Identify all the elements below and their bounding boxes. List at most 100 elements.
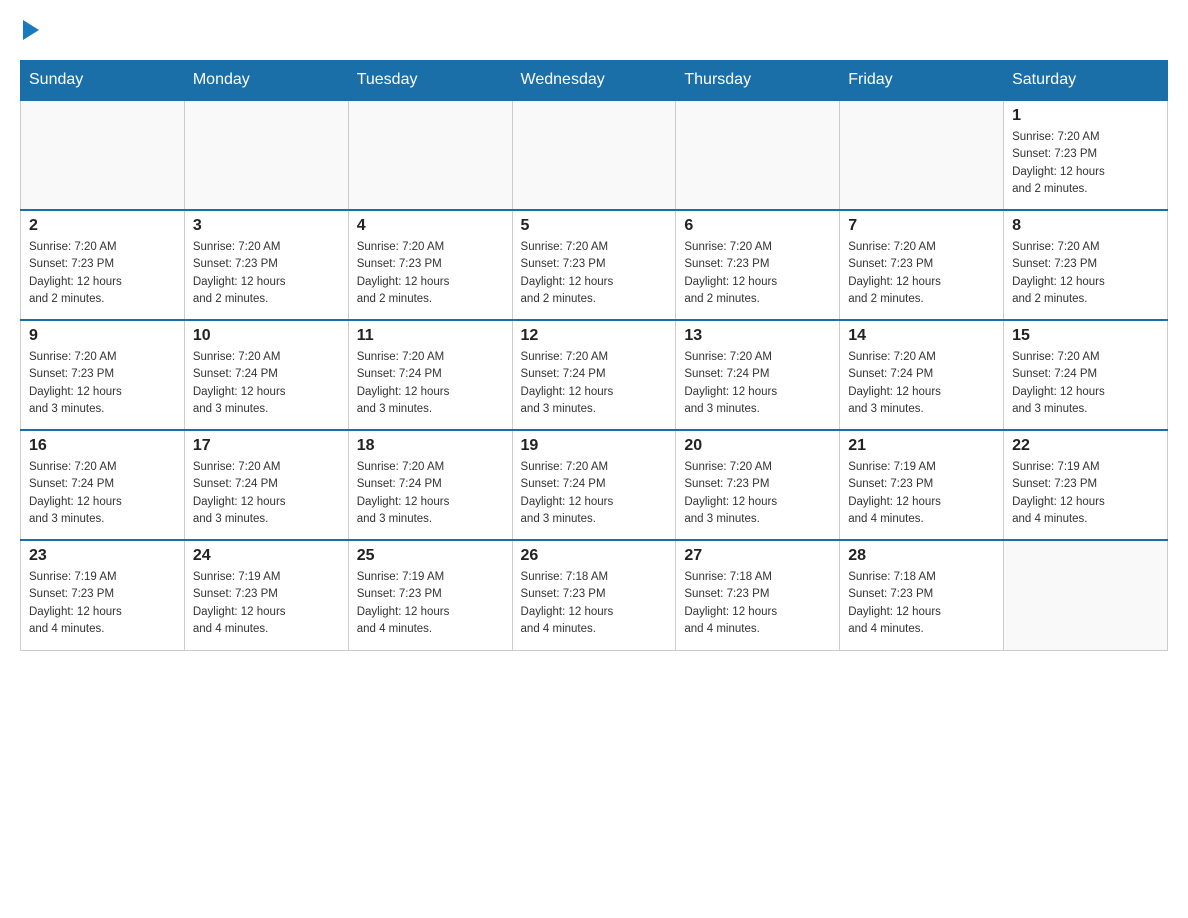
day-info: Sunrise: 7:20 AM Sunset: 7:24 PM Dayligh… — [193, 349, 340, 418]
day-number: 20 — [684, 437, 831, 455]
day-number: 14 — [848, 327, 995, 345]
day-info: Sunrise: 7:19 AM Sunset: 7:23 PM Dayligh… — [193, 569, 340, 638]
calendar-cell: 22 Sunrise: 7:19 AM Sunset: 7:23 PM Dayli… — [1004, 430, 1168, 540]
day-number: 19 — [521, 437, 668, 455]
calendar-week-row: 9 Sunrise: 7:20 AM Sunset: 7:23 PM Daylig… — [21, 320, 1168, 430]
calendar-week-row: 16 Sunrise: 7:20 AM Sunset: 7:24 PM Dayli… — [21, 430, 1168, 540]
day-number: 4 — [357, 217, 504, 235]
calendar-cell: 19 Sunrise: 7:20 AM Sunset: 7:24 PM Dayli… — [512, 430, 676, 540]
day-info: Sunrise: 7:20 AM Sunset: 7:24 PM Dayligh… — [193, 459, 340, 528]
day-number: 22 — [1012, 437, 1159, 455]
calendar-cell: 4 Sunrise: 7:20 AM Sunset: 7:23 PM Daylig… — [348, 210, 512, 320]
calendar-week-row: 23 Sunrise: 7:19 AM Sunset: 7:23 PM Dayli… — [21, 540, 1168, 650]
calendar-cell: 17 Sunrise: 7:20 AM Sunset: 7:24 PM Dayli… — [184, 430, 348, 540]
day-number: 25 — [357, 547, 504, 565]
day-number: 9 — [29, 327, 176, 345]
calendar-cell: 11 Sunrise: 7:20 AM Sunset: 7:24 PM Dayli… — [348, 320, 512, 430]
day-info: Sunrise: 7:20 AM Sunset: 7:24 PM Dayligh… — [684, 349, 831, 418]
calendar-cell: 2 Sunrise: 7:20 AM Sunset: 7:23 PM Daylig… — [21, 210, 185, 320]
day-info: Sunrise: 7:20 AM Sunset: 7:23 PM Dayligh… — [193, 239, 340, 308]
calendar-cell — [184, 100, 348, 210]
day-number: 16 — [29, 437, 176, 455]
day-info: Sunrise: 7:20 AM Sunset: 7:23 PM Dayligh… — [29, 349, 176, 418]
day-info: Sunrise: 7:20 AM Sunset: 7:23 PM Dayligh… — [848, 239, 995, 308]
day-number: 2 — [29, 217, 176, 235]
calendar-cell: 20 Sunrise: 7:20 AM Sunset: 7:23 PM Dayli… — [676, 430, 840, 540]
calendar-cell: 10 Sunrise: 7:20 AM Sunset: 7:24 PM Dayli… — [184, 320, 348, 430]
calendar-week-row: 2 Sunrise: 7:20 AM Sunset: 7:23 PM Daylig… — [21, 210, 1168, 320]
day-info: Sunrise: 7:20 AM Sunset: 7:24 PM Dayligh… — [521, 349, 668, 418]
day-info: Sunrise: 7:20 AM Sunset: 7:24 PM Dayligh… — [357, 349, 504, 418]
calendar-cell: 21 Sunrise: 7:19 AM Sunset: 7:23 PM Dayli… — [840, 430, 1004, 540]
day-of-week-header: Friday — [840, 61, 1004, 101]
calendar-cell: 7Sunrise: 7:20 AM Sunset: 7:23 PM Daylig… — [840, 210, 1004, 320]
calendar-header-row: SundayMondayTuesdayWednesdayThursdayFrid… — [21, 61, 1168, 101]
day-info: Sunrise: 7:20 AM Sunset: 7:23 PM Dayligh… — [357, 239, 504, 308]
calendar-cell: 12 Sunrise: 7:20 AM Sunset: 7:24 PM Dayli… — [512, 320, 676, 430]
calendar-cell: 13 Sunrise: 7:20 AM Sunset: 7:24 PM Dayli… — [676, 320, 840, 430]
calendar-cell — [1004, 540, 1168, 650]
day-number: 12 — [521, 327, 668, 345]
calendar-cell — [348, 100, 512, 210]
day-info: Sunrise: 7:20 AM Sunset: 7:24 PM Dayligh… — [1012, 349, 1159, 418]
day-number: 26 — [521, 547, 668, 565]
day-number: 1 — [1012, 107, 1159, 125]
day-number: 24 — [193, 547, 340, 565]
calendar-cell: 3 Sunrise: 7:20 AM Sunset: 7:23 PM Daylig… — [184, 210, 348, 320]
day-number: 8 — [1012, 217, 1159, 235]
day-info: Sunrise: 7:19 AM Sunset: 7:23 PM Dayligh… — [1012, 459, 1159, 528]
day-number: 13 — [684, 327, 831, 345]
day-info: Sunrise: 7:20 AM Sunset: 7:23 PM Dayligh… — [29, 239, 176, 308]
day-info: Sunrise: 7:19 AM Sunset: 7:23 PM Dayligh… — [29, 569, 176, 638]
calendar-cell: 26Sunrise: 7:18 AM Sunset: 7:23 PM Dayli… — [512, 540, 676, 650]
calendar-cell: 14 Sunrise: 7:20 AM Sunset: 7:24 PM Dayli… — [840, 320, 1004, 430]
day-info: Sunrise: 7:20 AM Sunset: 7:24 PM Dayligh… — [848, 349, 995, 418]
day-info: Sunrise: 7:19 AM Sunset: 7:23 PM Dayligh… — [848, 459, 995, 528]
calendar-cell — [512, 100, 676, 210]
day-info: Sunrise: 7:20 AM Sunset: 7:23 PM Dayligh… — [684, 239, 831, 308]
calendar-cell: 23 Sunrise: 7:19 AM Sunset: 7:23 PM Dayli… — [21, 540, 185, 650]
calendar-table: SundayMondayTuesdayWednesdayThursdayFrid… — [20, 60, 1168, 651]
calendar-cell: 6Sunrise: 7:20 AM Sunset: 7:23 PM Daylig… — [676, 210, 840, 320]
calendar-cell: 9 Sunrise: 7:20 AM Sunset: 7:23 PM Daylig… — [21, 320, 185, 430]
day-info: Sunrise: 7:20 AM Sunset: 7:23 PM Dayligh… — [684, 459, 831, 528]
calendar-cell: 25 Sunrise: 7:19 AM Sunset: 7:23 PM Dayli… — [348, 540, 512, 650]
day-number: 28 — [848, 547, 995, 565]
calendar-cell: 16 Sunrise: 7:20 AM Sunset: 7:24 PM Dayli… — [21, 430, 185, 540]
day-number: 27 — [684, 547, 831, 565]
day-info: Sunrise: 7:20 AM Sunset: 7:23 PM Dayligh… — [1012, 239, 1159, 308]
day-number: 21 — [848, 437, 995, 455]
calendar-cell: 24 Sunrise: 7:19 AM Sunset: 7:23 PM Dayli… — [184, 540, 348, 650]
day-info: Sunrise: 7:20 AM Sunset: 7:24 PM Dayligh… — [521, 459, 668, 528]
day-info: Sunrise: 7:18 AM Sunset: 7:23 PM Dayligh… — [684, 569, 831, 638]
calendar-cell: 27 Sunrise: 7:18 AM Sunset: 7:23 PM Dayli… — [676, 540, 840, 650]
day-info: Sunrise: 7:20 AM Sunset: 7:24 PM Dayligh… — [357, 459, 504, 528]
calendar-cell: 28 Sunrise: 7:18 AM Sunset: 7:23 PM Dayli… — [840, 540, 1004, 650]
day-number: 3 — [193, 217, 340, 235]
day-number: 5 — [521, 217, 668, 235]
logo-arrow-icon — [23, 20, 39, 40]
day-number: 11 — [357, 327, 504, 345]
logo — [20, 20, 39, 40]
calendar-cell: 1Sunrise: 7:20 AM Sunset: 7:23 PM Daylig… — [1004, 100, 1168, 210]
day-number: 23 — [29, 547, 176, 565]
day-of-week-header: Sunday — [21, 61, 185, 101]
day-of-week-header: Tuesday — [348, 61, 512, 101]
day-number: 10 — [193, 327, 340, 345]
day-of-week-header: Saturday — [1004, 61, 1168, 101]
calendar-cell — [676, 100, 840, 210]
day-number: 15 — [1012, 327, 1159, 345]
day-info: Sunrise: 7:19 AM Sunset: 7:23 PM Dayligh… — [357, 569, 504, 638]
day-number: 17 — [193, 437, 340, 455]
day-info: Sunrise: 7:18 AM Sunset: 7:23 PM Dayligh… — [848, 569, 995, 638]
calendar-cell: 8 Sunrise: 7:20 AM Sunset: 7:23 PM Daylig… — [1004, 210, 1168, 320]
calendar-cell — [21, 100, 185, 210]
calendar-cell: 5 Sunrise: 7:20 AM Sunset: 7:23 PM Daylig… — [512, 210, 676, 320]
day-info: Sunrise: 7:20 AM Sunset: 7:23 PM Dayligh… — [521, 239, 668, 308]
calendar-cell: 18Sunrise: 7:20 AM Sunset: 7:24 PM Dayli… — [348, 430, 512, 540]
calendar-week-row: 1Sunrise: 7:20 AM Sunset: 7:23 PM Daylig… — [21, 100, 1168, 210]
calendar-cell — [840, 100, 1004, 210]
day-info: Sunrise: 7:20 AM Sunset: 7:24 PM Dayligh… — [29, 459, 176, 528]
day-of-week-header: Wednesday — [512, 61, 676, 101]
day-of-week-header: Thursday — [676, 61, 840, 101]
